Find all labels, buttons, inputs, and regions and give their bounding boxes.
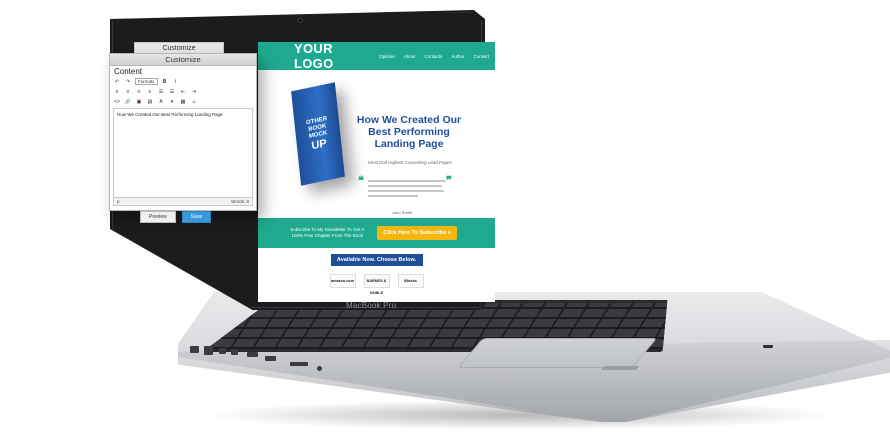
italic-icon[interactable]: I [172,78,180,86]
numbered-list-icon[interactable]: ☰ [168,88,176,96]
audio-port [317,366,322,371]
site-logo[interactable]: YOUR LOGO [294,42,367,71]
store-barnes-noble[interactable]: BARNES & NOBLE [363,274,390,295]
book-cover-image: OTHER BOOK MOCK UP [291,82,345,186]
nav-item-contacts[interactable]: Contacts [424,54,442,59]
available-banner: Available Now. Choose Below. [330,254,423,266]
editor-statusbar: p Words: 8 [113,198,253,206]
nav-item-about[interactable]: About [404,54,416,59]
displayport-port [231,349,238,355]
bold-icon[interactable]: B [161,78,169,86]
front-slot [600,366,640,370]
camera-icon [298,18,303,23]
code-icon[interactable]: <> [113,98,121,106]
emoticon-icon[interactable]: ☺ [190,98,198,106]
hero-title: How We Created Our Best Performing Landi… [356,114,462,150]
editor-content-area[interactable]: How We Created Our Best Performing Landi… [113,108,253,198]
power-led [763,345,773,348]
image-icon[interactable]: ▣ [135,98,143,106]
store-logos: amazon.com BARNES & NOBLE iBooks [258,274,495,295]
sd-card-slot [290,362,308,366]
align-center-icon[interactable]: ≡ [124,88,132,96]
testimonial-author: John Smith [392,210,413,215]
testimonial-text [368,180,446,200]
magsafe-port [190,346,199,353]
content-section-label: Content [114,67,143,76]
nav-item-author[interactable]: Author [451,54,464,59]
store-ibooks[interactable]: iBooks [397,274,424,288]
laptop-screen: YOUR LOGO Options About Contacts Author … [258,42,495,302]
site-header: YOUR LOGO Options About Contacts Author … [258,42,495,71]
quote-close-icon: ❞ [446,175,452,187]
formats-select[interactable]: Formats [135,78,158,85]
subscribe-button[interactable]: Click Here To Subscribe » [377,226,457,240]
hero-subtitle: Most Dull Highest Converting Lead Pages [368,160,452,165]
panel-title: Customize [110,54,256,66]
hero-section: OTHER BOOK MOCK UP How We Created Our Be… [258,70,495,218]
panel-actions: Preview Save [140,211,256,223]
align-left-icon[interactable]: ≡ [113,88,121,96]
align-justify-icon[interactable]: ≡ [146,88,154,96]
redo-icon[interactable]: ↷ [124,78,132,86]
table-icon[interactable]: ▦ [179,98,187,106]
editor-text: How We Created Our Best Performing Landi… [117,112,223,117]
customize-panel: Customize Content ↶ ↷ Formats B I ≡ ≡ ≡ … [109,53,257,223]
link-icon[interactable]: 🔗 [124,98,132,106]
element-path: p [117,199,120,204]
site-nav: Options About Contacts Author Contact [379,54,489,59]
preview-button[interactable]: Preview [140,211,176,223]
laptop-brand-label: MacBook Pro [346,301,397,310]
undo-icon[interactable]: ↶ [113,78,121,86]
background-color-icon[interactable]: ▾ [168,98,176,106]
editor-toolbar: ↶ ↷ Formats B I ≡ ≡ ≡ ≡ ☰ ☰ ⇤ ⇥ <> 🔗 ▣ ▤… [110,77,256,106]
store-amazon[interactable]: amazon.com [329,274,356,288]
usb-port-1 [247,352,258,357]
nav-item-options[interactable]: Options [379,54,395,59]
save-button[interactable]: Save [181,211,212,223]
subscribe-band: Subscribe To My Newsletter To Get A 100%… [258,218,495,248]
text-color-icon[interactable]: A [157,98,165,106]
outdent-icon[interactable]: ⇤ [179,88,187,96]
book-line-4: UP [310,136,328,152]
ethernet-port [204,346,213,355]
indent-icon[interactable]: ⇥ [190,88,198,96]
quote-open-icon: ❝ [358,175,364,187]
subscribe-text: Subscribe To My Newsletter To Get A 100%… [290,227,365,238]
firewire-port [219,348,226,354]
word-count: Words: 8 [231,199,249,204]
trackpad [457,338,658,368]
media-icon[interactable]: ▤ [146,98,154,106]
bullet-list-icon[interactable]: ☰ [157,88,165,96]
nav-item-contact[interactable]: Contact [473,54,489,59]
align-right-icon[interactable]: ≡ [135,88,143,96]
usb-port-2 [265,356,276,361]
